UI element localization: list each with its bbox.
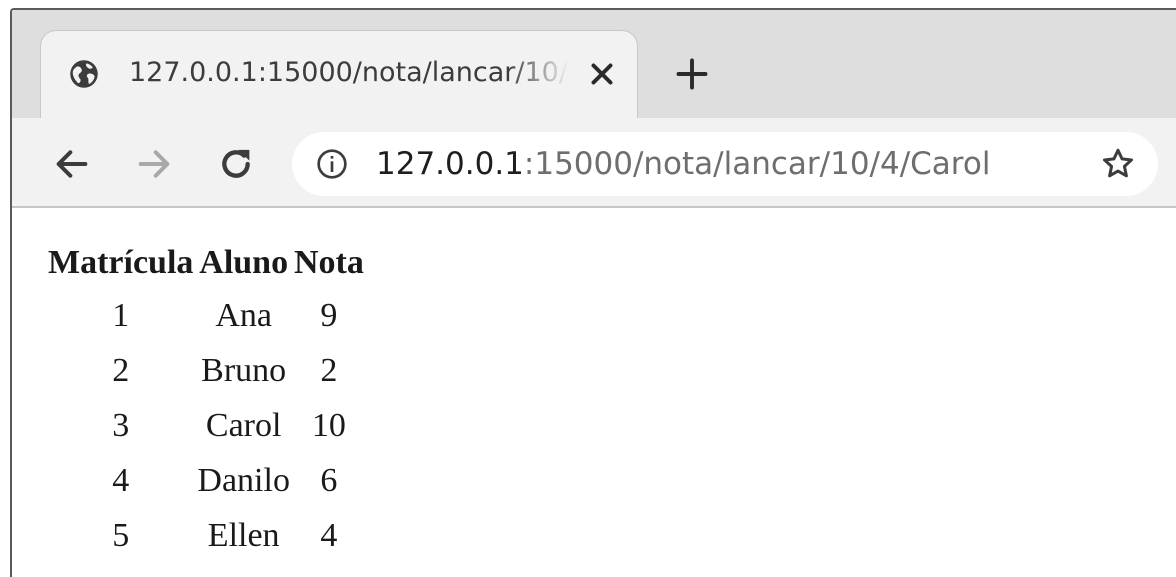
tab-strip: 127.0.0.1:15000/nota/lancar/10/4/Carol [12, 10, 1176, 118]
url-path: :15000/nota/lancar/10/4/Carol [523, 146, 991, 182]
table-row: 5 Ellen 4 [48, 508, 364, 563]
table-row: 1 Ana 9 [48, 288, 364, 343]
cell-nota: 4 [320, 516, 338, 554]
forward-arrow-icon[interactable] [134, 144, 174, 184]
table-row: 2 Bruno 2 [48, 343, 364, 398]
back-arrow-icon[interactable] [52, 144, 92, 184]
cell-nota: 6 [320, 461, 338, 499]
grades-table: Matrícula Aluno Nota 1 Ana 9 2 Bruno 2 3 [44, 238, 368, 563]
cell-matricula: 2 [112, 351, 130, 389]
header-aluno: Aluno [199, 244, 289, 281]
reload-icon[interactable] [216, 144, 256, 184]
page-content: Matrícula Aluno Nota 1 Ana 9 2 Bruno 2 3 [12, 208, 1176, 577]
header-matricula: Matrícula [48, 244, 194, 281]
table-row: 4 Danilo 6 [48, 453, 364, 508]
table-row: 3 Carol 10 [48, 398, 364, 453]
plus-icon[interactable] [674, 56, 710, 92]
table-header-row: Matrícula Aluno Nota [48, 238, 364, 288]
cell-nota: 10 [311, 406, 346, 444]
tab-title: 127.0.0.1:15000/nota/lancar/10/4/Carol [129, 57, 569, 88]
close-icon[interactable] [585, 57, 619, 91]
cell-aluno: Ellen [207, 516, 280, 554]
cell-nota: 9 [320, 296, 338, 334]
cell-matricula: 3 [112, 406, 130, 444]
browser-tab[interactable]: 127.0.0.1:15000/nota/lancar/10/4/Carol [40, 30, 638, 118]
star-icon[interactable] [1100, 146, 1136, 182]
cell-nota: 2 [320, 351, 338, 389]
url-host: 127.0.0.1 [376, 146, 524, 182]
cell-matricula: 5 [112, 516, 130, 554]
browser-toolbar: 127.0.0.1:15000/nota/lancar/10/4/Carol [12, 118, 1176, 208]
cell-matricula: 1 [112, 296, 130, 334]
cell-aluno: Carol [205, 406, 282, 444]
cell-aluno: Danilo [197, 461, 290, 499]
address-bar[interactable]: 127.0.0.1:15000/nota/lancar/10/4/Carol [292, 132, 1158, 196]
info-icon[interactable] [316, 148, 348, 180]
header-nota: Nota [293, 244, 364, 281]
url-text[interactable]: 127.0.0.1:15000/nota/lancar/10/4/Carol [376, 132, 990, 196]
browser-window: 127.0.0.1:15000/nota/lancar/10/4/Carol [10, 8, 1176, 577]
globe-icon [70, 60, 98, 88]
cell-aluno: Ana [215, 296, 272, 334]
cell-matricula: 4 [112, 461, 130, 499]
cell-aluno: Bruno [201, 351, 287, 389]
